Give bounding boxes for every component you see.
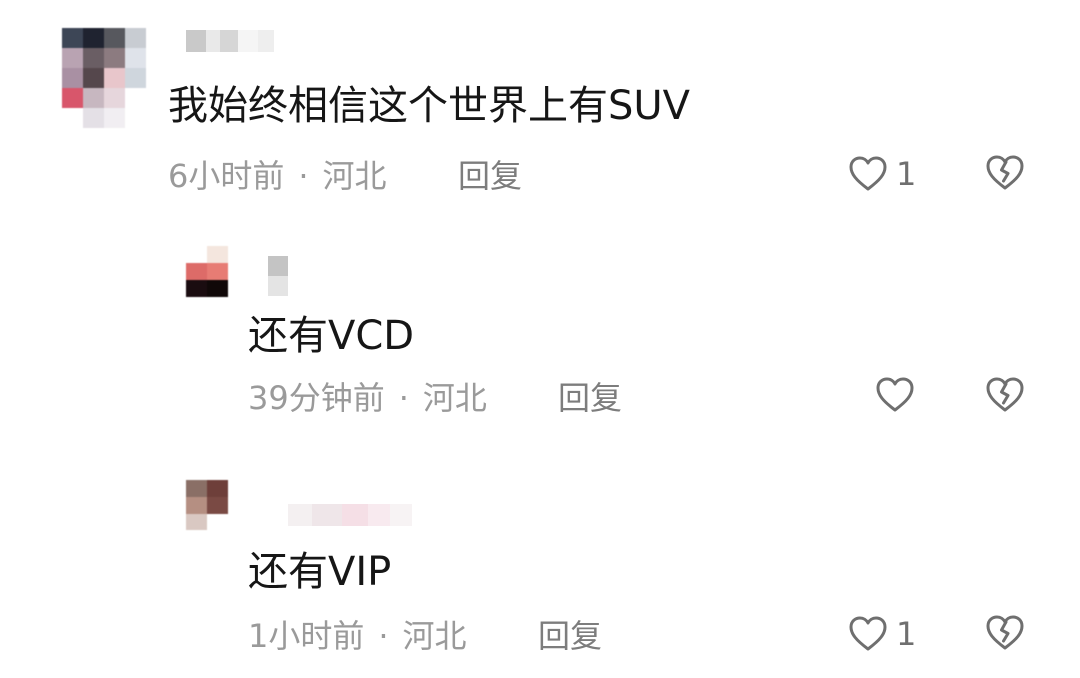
reply-button[interactable]: 回复	[558, 378, 622, 418]
like-button[interactable]: 1	[848, 154, 916, 194]
comment-text: 还有VIP	[248, 549, 392, 595]
broken-heart-icon	[985, 154, 1025, 192]
heart-outline-icon	[848, 155, 888, 193]
username[interactable]	[186, 30, 286, 52]
dislike-button[interactable]	[985, 376, 1025, 414]
avatar[interactable]	[186, 246, 228, 298]
like-count: 1	[896, 155, 917, 193]
timestamp: 6小时前	[168, 157, 285, 195]
location: 河北	[322, 157, 387, 195]
comment-text: 我始终相信这个世界上有SUV	[168, 83, 691, 129]
dislike-button[interactable]	[985, 154, 1025, 192]
separator-dot: ·	[398, 379, 409, 417]
broken-heart-icon	[985, 376, 1025, 414]
broken-heart-icon	[985, 614, 1025, 652]
heart-outline-icon	[875, 376, 915, 414]
comment-text: 还有VCD	[248, 313, 415, 359]
timestamp: 1小时前	[248, 617, 365, 655]
reply-comment-item: 还有VIP 1小时前 · 河北 回复 1	[0, 440, 1080, 678]
like-button[interactable]	[875, 376, 923, 414]
username[interactable]	[268, 256, 288, 296]
separator-dot: ·	[378, 617, 389, 655]
timestamp: 39分钟前	[248, 379, 385, 417]
comment-meta: 6小时前 · 河北	[168, 156, 387, 196]
heart-outline-icon	[848, 615, 888, 653]
comment-meta: 1小时前 · 河北	[248, 616, 467, 656]
like-button[interactable]: 1	[848, 614, 916, 654]
location: 河北	[422, 379, 487, 417]
username[interactable]	[288, 504, 412, 526]
reply-button[interactable]: 回复	[538, 616, 602, 656]
like-count: 1	[896, 615, 917, 653]
location: 河北	[402, 617, 467, 655]
reply-button[interactable]: 回复	[458, 156, 522, 196]
avatar[interactable]	[186, 480, 228, 530]
dislike-button[interactable]	[985, 614, 1025, 652]
separator-dot: ·	[298, 157, 309, 195]
comment-meta: 39分钟前 · 河北	[248, 378, 487, 418]
reply-comment-item: 还有VCD 39分钟前 · 河北 回复	[0, 210, 1080, 440]
comment-item: 我始终相信这个世界上有SUV 6小时前 · 河北 回复 1	[0, 0, 1080, 210]
avatar[interactable]	[62, 28, 146, 128]
